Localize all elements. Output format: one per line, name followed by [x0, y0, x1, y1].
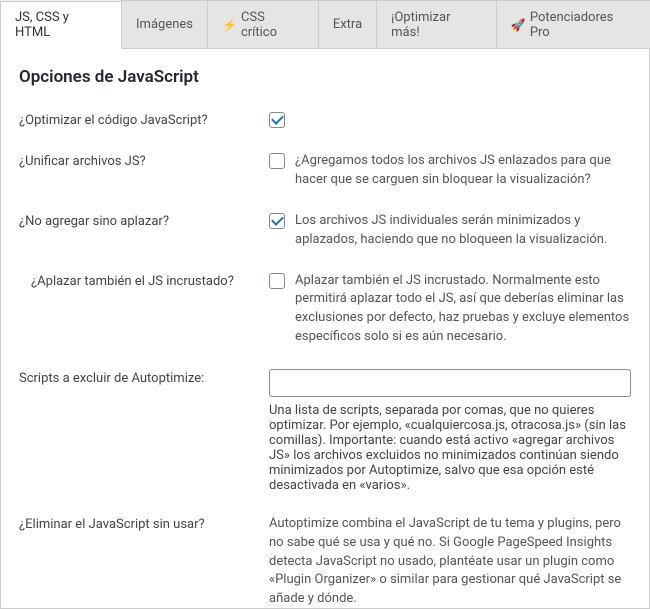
tab-label: JS, CSS y HTML: [15, 10, 107, 40]
desc-remove-unused-js: Autoptimize combina el JavaScript de tu …: [269, 515, 631, 609]
row-remove-unused-js: ¿Eliminar el JavaScript sin usar? Autopt…: [19, 515, 631, 609]
label-defer-not-aggregate: ¿No agregar sino aplazar?: [19, 212, 269, 231]
tab-optimize-more[interactable]: ¡Optimizar más!: [376, 0, 497, 48]
label-aggregate-js: ¿Unificar archivos JS?: [19, 152, 269, 171]
desc-aggregate-js: ¿Agregamos todos los archivos JS enlazad…: [295, 152, 631, 190]
desc-exclude-scripts: Una lista de scripts, separada por comas…: [269, 403, 631, 493]
section-title: Opciones de JavaScript: [19, 67, 631, 87]
label-defer-inline: ¿Aplazar también el JS incrustado?: [19, 272, 269, 291]
row-defer-not-aggregate: ¿No agregar sino aplazar? Los archivos J…: [19, 212, 631, 250]
label-remove-unused-js: ¿Eliminar el JavaScript sin usar?: [19, 515, 269, 534]
input-exclude-scripts[interactable]: [269, 369, 631, 397]
checkbox-optimize-js[interactable]: [269, 112, 285, 128]
checkbox-defer-inline[interactable]: [269, 273, 285, 289]
label-optimize-js: ¿Optimizar el código JavaScript?: [19, 111, 269, 130]
desc-defer-inline: Aplazar también el JS incrustado. Normal…: [295, 272, 631, 347]
label-exclude-scripts: Scripts a excluir de Autoptimize:: [19, 369, 269, 388]
tab-pro[interactable]: 🚀 Potenciadores Pro: [496, 0, 650, 48]
checkbox-aggregate-js[interactable]: [269, 153, 285, 169]
tab-label: Potenciadores Pro: [530, 10, 636, 40]
row-optimize-js: ¿Optimizar el código JavaScript?: [19, 111, 631, 130]
settings-panel: Opciones de JavaScript ¿Optimizar el cód…: [0, 49, 650, 609]
bolt-icon: ⚡: [222, 18, 237, 32]
rocket-icon: 🚀: [511, 18, 526, 32]
tab-extra[interactable]: Extra: [318, 0, 377, 48]
row-defer-inline: ¿Aplazar también el JS incrustado? Aplaz…: [19, 272, 631, 347]
tab-label: Imágenes: [136, 17, 193, 32]
row-aggregate-js: ¿Unificar archivos JS? ¿Agregamos todos …: [19, 152, 631, 190]
tab-images[interactable]: Imágenes: [121, 0, 208, 48]
tab-label: Extra: [333, 17, 362, 32]
tab-js-css-html[interactable]: JS, CSS y HTML: [0, 1, 122, 49]
checkbox-defer-not-aggregate[interactable]: [269, 213, 285, 229]
tab-css-critical[interactable]: ⚡ CSS crítico: [207, 0, 319, 48]
tab-label: ¡Optimizar más!: [391, 10, 482, 40]
tab-bar: JS, CSS y HTML Imágenes ⚡ CSS crítico Ex…: [0, 0, 650, 49]
tab-label: CSS crítico: [241, 10, 304, 40]
desc-defer-not-aggregate: Los archivos JS individuales serán minim…: [295, 212, 631, 250]
row-exclude-scripts: Scripts a excluir de Autoptimize: Una li…: [19, 369, 631, 493]
